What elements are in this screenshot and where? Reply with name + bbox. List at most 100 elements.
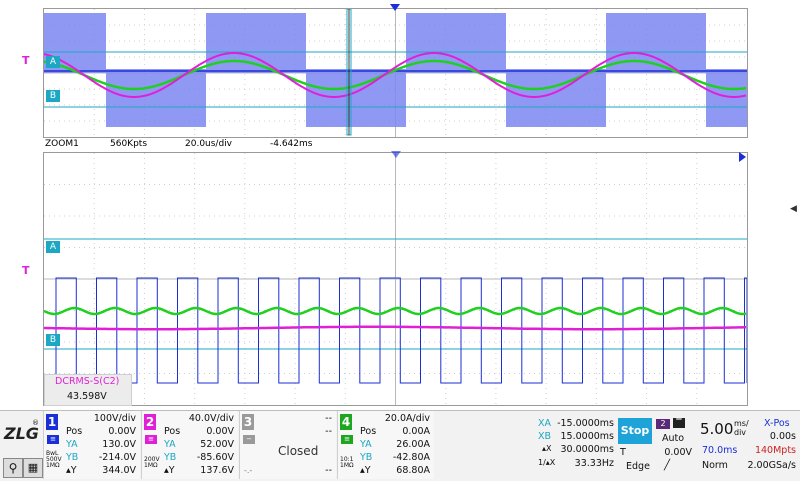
trigger-source: 2 (656, 419, 670, 429)
channel-1-yb-label: YB (66, 452, 79, 463)
cursor-readout-panel[interactable]: XA -15.0000ms XB 15.0000ms ▴X 30.0000ms … (536, 414, 616, 478)
zoom-label: ZOOM1 (45, 139, 79, 149)
overview-trigger-level-label: T (22, 54, 30, 67)
channel-2-yb-label: YB (164, 452, 177, 463)
channel-3-dy: -- (325, 465, 332, 476)
channel-1-coupling: BwL 500V 1MΩ (46, 450, 62, 469)
zoom-points: 560Kpts (110, 139, 148, 149)
xpos-label: X-Pos (764, 418, 790, 429)
cursor-dx: 30.0000ms (560, 444, 615, 455)
channel-1-number: 1 (46, 414, 58, 430)
channel-3-state: Closed (278, 444, 319, 458)
channel-4-pos: 0.00A (402, 426, 430, 437)
timebase-unit-top: ms/ (734, 419, 749, 428)
channel-1-coupling-icon: ≡ (47, 435, 59, 444)
timebase-unit-bottom: div (734, 428, 747, 437)
trigger-level: 0.00V (664, 447, 692, 458)
channel-4-ya-label: YA (360, 439, 372, 450)
channel-3-number: 3 (242, 414, 254, 430)
trigger-edge-icon: ▔ (673, 418, 685, 428)
cursor-inverse-label: 1/▴X (538, 458, 556, 467)
channel-4-dy: 68.80A (396, 465, 430, 476)
overview-waveform-area[interactable] (43, 8, 748, 138)
channel-2-scale: 40.0V/div (188, 413, 234, 424)
channel-2-coupling: 200V 1MΩ (144, 456, 160, 469)
timebase-panel[interactable]: 5.00 ms/ div X-Pos 0.00s 70.0ms 140Mpts … (696, 414, 800, 478)
zoom-cursor-b-tag[interactable]: B (46, 334, 60, 346)
overview-trigger-marker-icon (390, 4, 400, 11)
cursor-xa-label: XA (538, 418, 552, 429)
channel-2-panel[interactable]: 2 40.0V/div Pos 0.00V ≡ YA 52.00V YB -85… (141, 411, 238, 479)
cursor-xb: 15.0000ms (560, 431, 615, 442)
channel-2-pos: 0.00V (206, 426, 234, 437)
channel-1-yb: -214.0V (98, 452, 136, 463)
acquisition-mode: Norm (702, 460, 728, 471)
zoom-waveform-area[interactable] (43, 152, 748, 406)
trigger-panel[interactable]: 2 ▔ Auto T 0.00V Edge ╱ (618, 414, 694, 478)
overview-cursor-b-tag[interactable]: B (46, 90, 60, 102)
channel-1-ya-label: YA (66, 439, 78, 450)
search-icon[interactable]: ⚲ (3, 458, 23, 478)
channel-3-pos: -- (325, 426, 332, 437)
timebase-delay: 70.0ms (702, 445, 738, 456)
measurement-box[interactable]: DCRMS-S(C2) 43.598V (44, 374, 132, 406)
channel-2-dy-label: ▴Y (164, 465, 175, 476)
zoom-timebase: 20.0us/div (185, 139, 233, 149)
trigger-mode: Auto (662, 433, 685, 444)
trigger-level-label: T (620, 447, 626, 458)
channel-4-panel[interactable]: 4 20.0A/div Pos 0.00A ≡ YA 26.00A YB -42… (337, 411, 434, 479)
channel-1-pos-label: Pos (66, 426, 83, 437)
channel-1-scale: 100V/div (93, 413, 136, 424)
screen-icon[interactable]: ▦ (23, 458, 43, 478)
measurement-value: 43.598V (67, 391, 107, 402)
channel-2-yb: -85.60V (196, 452, 234, 463)
channel-1-panel[interactable]: 1 100V/div Pos 0.00V ≡ YA 130.0V YB -214… (43, 411, 140, 479)
channel-3-minus-icon: − (243, 435, 255, 444)
channel-1-pos: 0.00V (108, 426, 136, 437)
channel-2-pos-label: Pos (164, 426, 181, 437)
channel-1-dy: 344.0V (102, 465, 136, 476)
channel-4-pos-label: Pos (360, 426, 377, 437)
trigger-rising-edge-icon: ╱ (664, 460, 671, 471)
zoom-offset: -4.642ms (270, 139, 313, 149)
channel-3-dash-icon: -.- (244, 466, 253, 475)
registered-mark: ® (32, 419, 39, 427)
zoom-right-edge-marker-icon (739, 152, 746, 162)
zoom-waveform-plot (44, 153, 747, 405)
zoom-trigger-marker-icon (391, 151, 401, 158)
channel-2-dy: 137.6V (200, 465, 234, 476)
trigger-type: Edge (626, 461, 650, 472)
channel-2-ya-label: YA (164, 439, 176, 450)
zoom-trigger-level-label: T (22, 264, 30, 277)
channel-4-yb: -42.80A (392, 452, 430, 463)
cursor-xa: -15.0000ms (557, 418, 614, 429)
cursor-frequency: 33.33Hz (574, 458, 614, 469)
channel-4-dy-label: ▴Y (360, 465, 371, 476)
timebase-value: 5.00 (700, 420, 734, 438)
zoom-grid (44, 153, 747, 405)
channel-2-ya: 52.00V (200, 439, 234, 450)
sample-rate: 2.00GSa/s (747, 460, 796, 471)
right-scroll-arrow-icon[interactable]: ◀ (790, 204, 797, 214)
zoom-info-bar: ZOOM1 560Kpts 20.0us/div -4.642ms (0, 138, 800, 152)
timebase-memory: 140Mpts (754, 445, 796, 456)
channel-4-yb-label: YB (360, 452, 373, 463)
cursor-dx-label: ▴X (542, 444, 552, 453)
zoom-cursor-a-tag[interactable]: A (46, 241, 60, 253)
overview-cursor-a-tag[interactable]: A (46, 56, 60, 68)
channel-4-ya: 26.00A (396, 439, 430, 450)
channel-3-panel[interactable]: 3 -- -- − Closed -.- -- (239, 411, 336, 479)
channel-3-scale: -- (325, 413, 332, 424)
channel-2-number: 2 (144, 414, 156, 430)
measurement-name: DCRMS-S(C2) (55, 376, 120, 387)
channel-1-dy-label: ▴Y (66, 465, 77, 476)
channel-4-coupling-icon: ≡ (341, 435, 353, 444)
channel-2-coupling-icon: ≡ (145, 435, 157, 444)
channel-1-ya: 130.0V (102, 439, 136, 450)
channel-4-number: 4 (340, 414, 352, 430)
xpos-value: 0.00s (769, 431, 796, 442)
channel-4-scale: 20.0A/div (384, 413, 430, 424)
channel-4-coupling: 10:1 1MΩ (340, 456, 354, 469)
overview-waveform-plot (44, 9, 747, 137)
cursor-xb-label: XB (538, 431, 552, 442)
